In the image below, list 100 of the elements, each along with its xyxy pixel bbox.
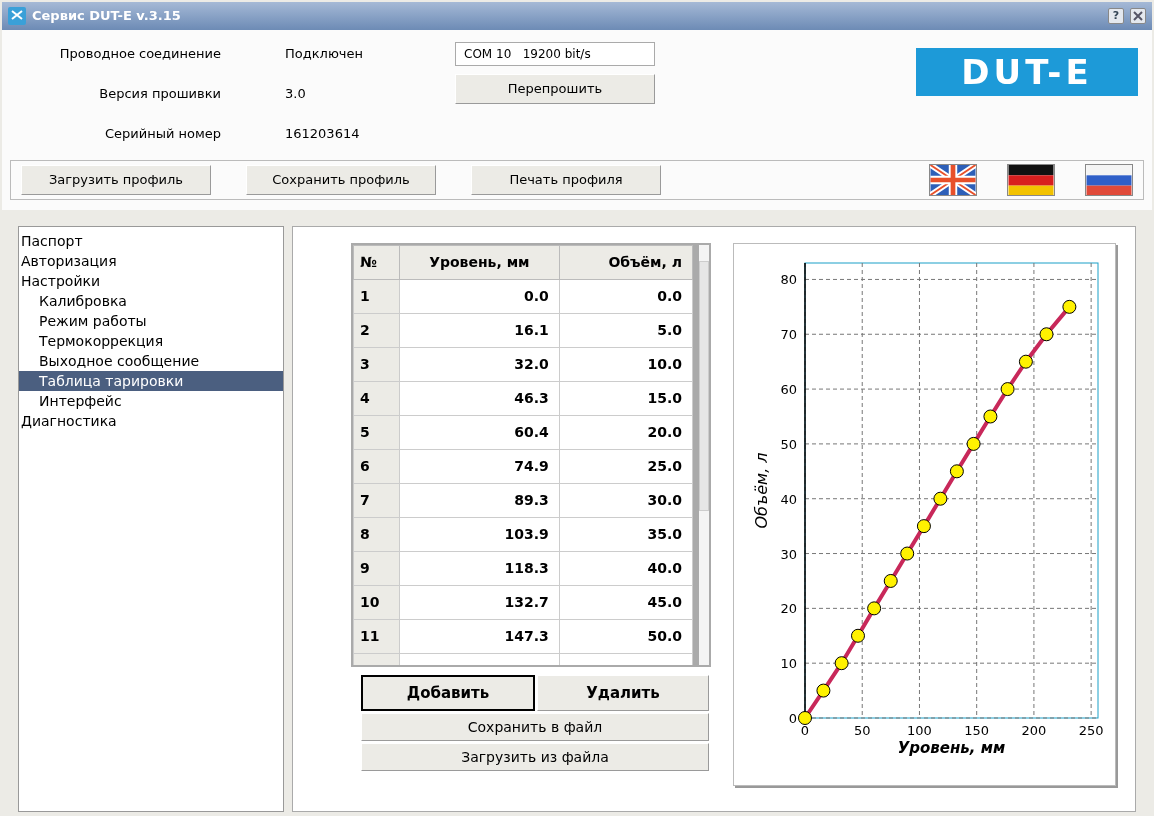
tree-item[interactable]: Паспорт — [19, 231, 283, 251]
port-field: COM 10 19200 bit/s — [455, 42, 655, 66]
column-header: Уровень, мм — [399, 245, 560, 280]
data-point — [1062, 299, 1077, 314]
y-tick-label: 80 — [780, 272, 797, 288]
x-tick-label: 50 — [853, 723, 871, 738]
data-point — [1018, 354, 1033, 369]
row-number: 6 — [353, 449, 400, 484]
table-cell: 46.3 — [399, 381, 560, 416]
tree-item[interactable]: Выходное сообщение — [19, 351, 283, 371]
x-axis-title: Уровень, мм — [897, 739, 1006, 757]
column-header: Объём, л — [559, 245, 693, 280]
data-point — [983, 409, 998, 424]
data-point — [1000, 382, 1015, 397]
load-from-file-button[interactable]: Загрузить из файла — [361, 743, 709, 771]
field-label: Версия прошивки — [98, 85, 222, 104]
row-number: 3 — [353, 347, 400, 382]
data-point — [916, 519, 931, 534]
y-tick-label: 50 — [780, 436, 797, 452]
y-tick-label: 30 — [780, 546, 797, 562]
x-tick-label: 250 — [1078, 723, 1104, 738]
table-cell: 132.7 — [399, 585, 560, 620]
reflash-button[interactable]: Перепрошить — [455, 74, 655, 104]
tree-item[interactable]: Авторизация — [19, 251, 283, 271]
language-flag-button[interactable] — [929, 164, 977, 196]
tree-item[interactable]: Режим работы — [19, 311, 283, 331]
tree-item[interactable]: Таблица тарировки — [19, 371, 283, 391]
table-cell: 74.9 — [399, 449, 560, 484]
table-cell: 35.0 — [559, 517, 693, 552]
x-tick-label: 100 — [907, 723, 932, 738]
close-button[interactable] — [1130, 8, 1146, 24]
table-cell: 103.9 — [399, 517, 560, 552]
y-tick-label: 20 — [780, 601, 797, 617]
table-cell: 50.0 — [559, 619, 693, 654]
y-tick-label: 60 — [780, 382, 797, 398]
data-point — [834, 656, 849, 671]
language-flag-button[interactable] — [1085, 164, 1133, 196]
table-cell: 89.3 — [399, 483, 560, 518]
row-number: 10 — [353, 585, 400, 620]
scrollbar[interactable] — [699, 245, 709, 665]
delete-button[interactable]: Удалить — [537, 675, 709, 711]
logo: DUT-E — [916, 48, 1138, 96]
field-value: 3.0 — [285, 85, 307, 104]
table-cell: 10.0 — [559, 347, 693, 382]
tree-item[interactable]: Термокоррекция — [19, 331, 283, 351]
y-tick-label: 10 — [780, 656, 797, 672]
field-label: Серийный номер — [103, 125, 222, 144]
help-button[interactable]: ? — [1108, 8, 1124, 24]
profile-button[interactable]: Сохранить профиль — [246, 165, 436, 195]
y-tick-label: 70 — [780, 327, 797, 343]
table-cell: 0.0 — [559, 279, 693, 314]
save-to-file-button[interactable]: Сохранить в файл — [361, 713, 709, 741]
x-tick-label: 0 — [800, 723, 810, 738]
y-tick-label: 0 — [788, 711, 797, 726]
data-point — [900, 546, 915, 561]
row-number: 5 — [353, 415, 400, 450]
table-cell: 15.0 — [559, 381, 693, 416]
table-cell: 5.0 — [559, 313, 693, 348]
table-cell: 45.0 — [559, 585, 693, 620]
data-point — [966, 436, 981, 451]
close-icon — [1133, 11, 1143, 21]
data-point — [1039, 327, 1054, 342]
x-tick-label: 200 — [1021, 723, 1047, 738]
table-cell: 30.0 — [559, 483, 693, 518]
row-number: 4 — [353, 381, 400, 416]
table-cell: 40.0 — [559, 551, 693, 586]
data-point — [867, 601, 882, 616]
y-tick-label: 40 — [780, 491, 797, 507]
field-value: Подключен — [285, 45, 364, 64]
row-number: 7 — [353, 483, 400, 518]
tree-item[interactable]: Настройки — [19, 271, 283, 291]
tree-item[interactable]: Интерфейс — [19, 391, 283, 411]
table-cell: 25.0 — [559, 449, 693, 484]
add-button[interactable]: Добавить — [361, 675, 535, 711]
row-number: 11 — [353, 619, 400, 654]
row-number: 1 — [353, 279, 400, 314]
table-cell: 60.4 — [399, 415, 560, 450]
row-number: 2 — [353, 313, 400, 348]
tree-item[interactable]: Калибровка — [19, 291, 283, 311]
y-axis-title: Объём, л — [752, 452, 771, 529]
data-point — [816, 683, 831, 698]
field-value: 161203614 — [285, 125, 361, 144]
tree-item[interactable]: Диагностика — [19, 411, 283, 431]
row-number: 9 — [353, 551, 400, 586]
language-flag-button[interactable] — [1007, 164, 1055, 196]
table-cell: 147.3 — [399, 619, 560, 654]
row-number: 8 — [353, 517, 400, 552]
data-point — [933, 491, 948, 506]
data-point — [851, 628, 865, 643]
column-header: № — [353, 245, 400, 280]
data-point — [949, 464, 964, 479]
field-label: Проводное соединение — [58, 45, 222, 64]
profile-button[interactable]: Загрузить профиль — [21, 165, 211, 195]
profile-button[interactable]: Печать профиля — [471, 165, 661, 195]
table-cell: 32.0 — [399, 347, 560, 382]
app-icon — [8, 7, 26, 25]
window-title: Сервис DUT-E v.3.15 — [32, 7, 181, 26]
table-cell: 118.3 — [399, 551, 560, 586]
table-cell: 16.1 — [399, 313, 560, 348]
table-cell: 20.0 — [559, 415, 693, 450]
